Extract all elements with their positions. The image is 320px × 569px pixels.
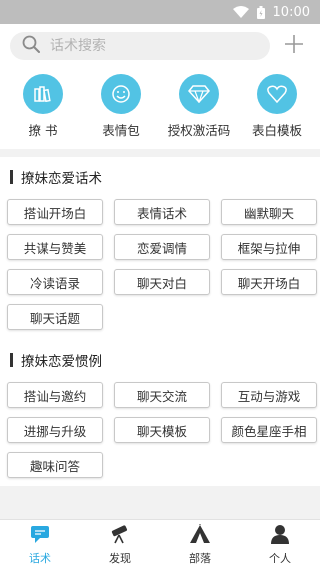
status-time: 10:00: [272, 4, 310, 20]
tag-button[interactable]: 颜色星座手相: [221, 417, 317, 443]
quick-action-activation-code[interactable]: 授权激活码: [163, 74, 235, 139]
search-icon: [22, 35, 40, 57]
add-button[interactable]: [282, 34, 306, 58]
plus-icon: [284, 34, 304, 58]
quick-action-label: 授权激活码: [167, 123, 231, 138]
quick-action-label: 表情包: [102, 123, 140, 138]
tag-button[interactable]: 进挪与升级: [7, 417, 103, 443]
quick-action-book[interactable]: 撩 书: [7, 74, 79, 139]
nav-item-scripts[interactable]: 话术: [0, 520, 80, 569]
tag-grid: 搭讪与邀约 聊天交流 互动与游戏 进挪与升级 聊天模板 颜色星座手相 趣味问答: [6, 382, 317, 478]
diamond-icon: [179, 74, 219, 114]
header: 撩 书 表情包 授权激活码 表白模板: [0, 24, 320, 149]
quick-action-label: 表白模板: [251, 123, 302, 138]
tag-button[interactable]: 表情话术: [114, 199, 210, 225]
tag-button[interactable]: 聊天话题: [7, 304, 103, 330]
tag-button[interactable]: 聊天开场白: [221, 269, 317, 295]
wifi-icon: [232, 6, 249, 18]
quick-actions: 撩 书 表情包 授权激活码 表白模板: [0, 62, 320, 149]
section-flirting-scripts: 撩妹恋爱话术 搭讪开场白 表情话术 幽默聊天 共谋与赞美 恋爱调情 框架与拉伸 …: [0, 157, 320, 336]
tag-button[interactable]: 幽默聊天: [221, 199, 317, 225]
nav-item-profile[interactable]: 个人: [240, 520, 320, 569]
tag-button[interactable]: 共谋与赞美: [7, 234, 103, 260]
battery-icon: [256, 5, 265, 19]
tag-button[interactable]: 恋爱调情: [114, 234, 210, 260]
search-input[interactable]: [50, 38, 230, 54]
nav-label: 话术: [29, 551, 51, 565]
smiley-icon: [101, 74, 141, 114]
section-flirting-routines: 撩妹恋爱惯例 搭讪与邀约 聊天交流 互动与游戏 进挪与升级 聊天模板 颜色星座手…: [0, 336, 320, 486]
status-bar: 10:00: [0, 0, 320, 24]
nav-label: 个人: [269, 551, 291, 565]
section-title-text: 撩妹恋爱惯例: [21, 354, 102, 370]
quick-action-label: 撩 书: [28, 123, 58, 138]
tag-button[interactable]: 趣味问答: [7, 452, 103, 478]
tent-icon: [189, 523, 211, 548]
book-icon: [23, 74, 63, 114]
nav-label: 部落: [189, 551, 211, 565]
tag-button[interactable]: 聊天模板: [114, 417, 210, 443]
telescope-icon: [109, 524, 131, 548]
heart-icon: [257, 74, 297, 114]
person-icon: [269, 524, 291, 548]
tag-button[interactable]: 搭讪开场白: [7, 199, 103, 225]
section-title: 撩妹恋爱话术: [6, 167, 314, 187]
nav-label: 发现: [109, 551, 131, 565]
tag-button[interactable]: 冷读语录: [7, 269, 103, 295]
tag-grid: 搭讪开场白 表情话术 幽默聊天 共谋与赞美 恋爱调情 框架与拉伸 冷读语录 聊天…: [6, 199, 317, 330]
search-bar[interactable]: [10, 32, 270, 60]
tag-button[interactable]: 框架与拉伸: [221, 234, 317, 260]
tag-button[interactable]: 聊天对白: [114, 269, 210, 295]
tag-button[interactable]: 搭讪与邀约: [7, 382, 103, 408]
quick-action-confession-template[interactable]: 表白模板: [241, 74, 313, 139]
bottom-nav: 话术 发现 部落 个人: [0, 519, 320, 569]
section-title: 撩妹恋爱惯例: [6, 350, 314, 370]
nav-item-tribe[interactable]: 部落: [160, 520, 240, 569]
chat-icon: [29, 524, 51, 548]
nav-item-discover[interactable]: 发现: [80, 520, 160, 569]
tag-button[interactable]: 聊天交流: [114, 382, 210, 408]
section-title-text: 撩妹恋爱话术: [21, 171, 102, 187]
quick-action-stickers[interactable]: 表情包: [85, 74, 157, 139]
tag-button[interactable]: 互动与游戏: [221, 382, 317, 408]
